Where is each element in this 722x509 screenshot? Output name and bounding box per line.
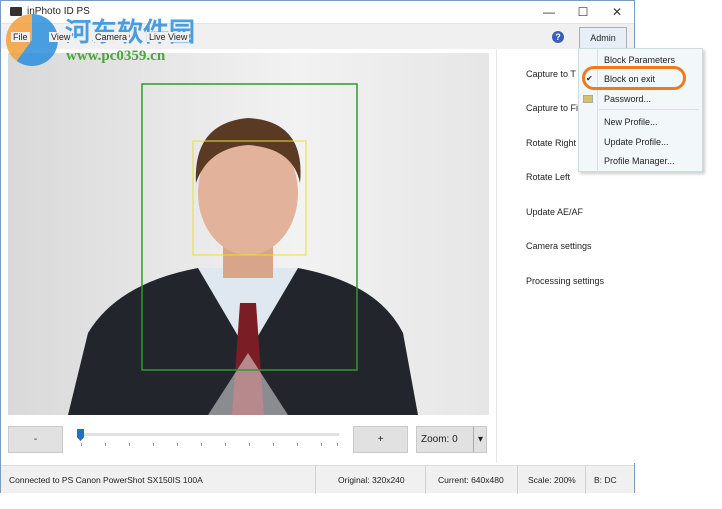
camera-settings-button[interactable]: Camera settings [526,241,592,251]
menu-item-update-profile[interactable]: Update Profile... [604,137,669,147]
menu-separator [599,109,699,110]
slider-tick [249,443,250,446]
slider-thumb[interactable] [77,429,84,441]
help-icon[interactable]: ? [552,31,564,43]
watermark-url: www.pc0359.cn [66,48,166,64]
menu-item-block-parameters[interactable]: Block Parameters [604,55,675,65]
processing-settings-button[interactable]: Processing settings [526,276,604,286]
slider-tick [105,443,106,446]
portrait-image [68,83,418,415]
update-ae-af-button[interactable]: Update AE/AF [526,207,583,217]
admin-button[interactable]: Admin [579,27,627,49]
maximize-button[interactable]: ☐ [568,3,598,21]
menu-camera[interactable]: Camera [93,32,130,42]
status-b: B: DC [585,466,625,494]
menu-item-new-profile[interactable]: New Profile... [604,117,658,127]
live-view-image [8,53,489,415]
zoom-in-button[interactable]: + [353,426,408,453]
slider-tick [177,443,178,446]
slider-tick [129,443,130,446]
status-bar: Connected to PS Canon PowerShot SX150IS … [1,465,634,494]
slider-tick [273,443,274,446]
capture-to-file-button[interactable]: Capture to Fi [526,103,578,113]
status-current: Current: 640x480 [425,466,517,494]
watermark-name: 河东软件园 [65,18,196,48]
menu-file[interactable]: File [11,32,30,42]
zoom-slider[interactable] [79,433,339,436]
camera-icon [10,7,22,16]
slider-tick [297,443,298,446]
zoom-value: Zoom: 0 [421,434,458,445]
slider-tick [337,443,338,446]
minimize-button[interactable]: — [534,3,564,21]
status-connection: Connected to PS Canon PowerShot SX150IS … [9,475,203,485]
zoom-dropdown[interactable]: Zoom: 0 ▾ [416,426,487,453]
menu-item-password[interactable]: Password... [604,94,651,104]
status-scale: Scale: 200% [517,466,585,494]
app-window: inPhoto ID PS — ☐ ✕ File View Camera Liv… [0,0,635,494]
rotate-right-button[interactable]: Rotate Right [526,138,576,148]
menu-live-view[interactable]: Live View [147,32,190,42]
chevron-down-icon[interactable]: ▾ [473,427,487,452]
password-icon [583,95,593,103]
slider-tick [225,443,226,446]
slider-tick [321,443,322,446]
status-original: Original: 320x240 [315,466,425,494]
zoom-out-button[interactable]: - [8,426,63,453]
slider-tick [153,443,154,446]
capture-to-t-button[interactable]: Capture to T [526,69,576,79]
slider-tick [81,443,82,446]
highlight-annotation [582,66,686,90]
slider-tick [201,443,202,446]
menu-view[interactable]: View [49,32,73,42]
rotate-left-button[interactable]: Rotate Left [526,172,570,182]
close-button[interactable]: ✕ [602,3,632,21]
menu-item-profile-manager[interactable]: Profile Manager... [604,156,675,166]
